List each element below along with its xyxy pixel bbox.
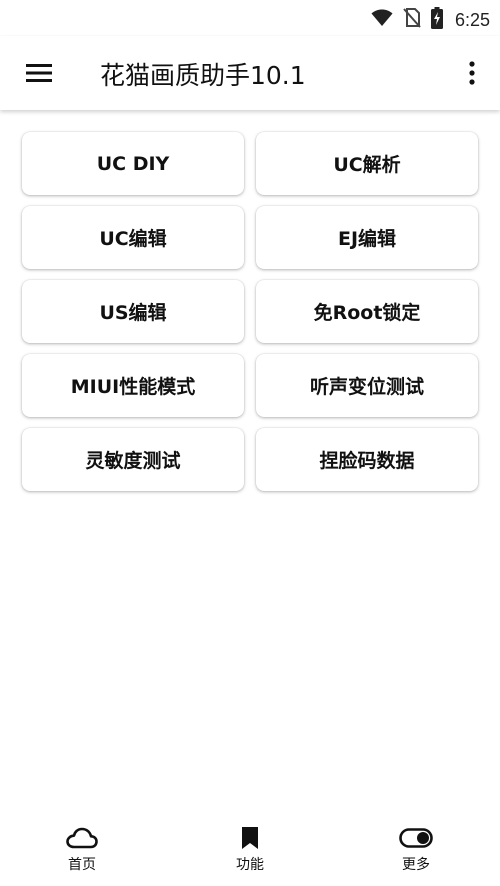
us-edit-button[interactable]: US编辑	[22, 280, 244, 343]
sound-positioning-test-button[interactable]: 听声变位测试	[256, 354, 478, 417]
status-bar: 6:25	[0, 0, 500, 36]
bookmark-icon	[233, 824, 267, 852]
ej-edit-button[interactable]: EJ编辑	[256, 206, 478, 269]
nav-label-more: 更多	[402, 857, 430, 873]
feature-button-grid: UC DIY UC解析 UC编辑 EJ编辑 US编辑 免Root锁定 MIUI性…	[22, 132, 478, 491]
status-icons: 6:25	[371, 7, 490, 33]
uc-edit-button[interactable]: UC编辑	[22, 206, 244, 269]
toggle-icon	[399, 824, 433, 852]
face-code-data-button[interactable]: 捏脸码数据	[256, 428, 478, 491]
rootless-lock-button[interactable]: 免Root锁定	[256, 280, 478, 343]
bottom-navigation: 首页 功能 更多	[0, 820, 500, 886]
uc-parse-button[interactable]: UC解析	[256, 132, 478, 195]
status-time: 6:25	[454, 9, 490, 30]
nav-item-features[interactable]: 功能	[210, 824, 290, 880]
wifi-icon	[371, 9, 393, 31]
no-sim-icon	[403, 8, 421, 32]
nav-item-home[interactable]: 首页	[42, 824, 122, 880]
more-vertical-icon[interactable]	[468, 60, 476, 86]
nav-item-more[interactable]: 更多	[376, 824, 456, 880]
battery-charging-icon	[430, 7, 443, 33]
cloud-icon	[65, 824, 99, 852]
nav-label-home: 首页	[68, 857, 96, 873]
miui-performance-mode-button[interactable]: MIUI性能模式	[22, 354, 244, 417]
hamburger-menu-icon[interactable]	[26, 64, 52, 82]
app-bar: 花猫画质助手10.1	[0, 36, 500, 110]
nav-label-features: 功能	[236, 857, 264, 873]
app-title: 花猫画质助手10.1	[100, 61, 306, 90]
uc-diy-button[interactable]: UC DIY	[22, 132, 244, 195]
sensitivity-test-button[interactable]: 灵敏度测试	[22, 428, 244, 491]
